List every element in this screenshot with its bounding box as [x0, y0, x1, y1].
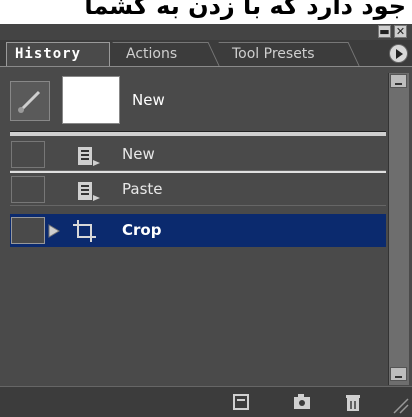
chevron-down-icon [395, 376, 402, 378]
snapshot-label: New [132, 91, 165, 109]
tab-actions-label: Actions [126, 46, 178, 62]
history-brush-source-box[interactable] [11, 176, 45, 203]
close-button[interactable]: ✕ [394, 25, 407, 38]
history-state-slider-icon[interactable] [48, 224, 62, 238]
resize-grip-icon[interactable] [390, 391, 410, 415]
snapshot-thumbnail [62, 76, 120, 124]
tab-tool-presets[interactable]: Tool Presets [218, 42, 360, 66]
history-item-label: Paste [122, 180, 163, 198]
history-item-crop[interactable]: Crop [10, 214, 386, 247]
new-snapshot-icon[interactable] [292, 393, 312, 411]
history-item-paste[interactable]: Paste [10, 173, 386, 206]
history-brush-icon [18, 90, 41, 113]
scroll-up-arrow[interactable] [390, 74, 407, 88]
history-brush-source-box[interactable] [11, 141, 45, 168]
background-text: جود دارد که با زدن به کشما [84, 0, 406, 20]
history-brush-source-box[interactable] [11, 217, 45, 244]
trash-icon[interactable] [344, 393, 362, 413]
document-icon [78, 182, 100, 201]
vertical-scrollbar[interactable] [388, 73, 409, 385]
history-item-new[interactable]: New [10, 138, 386, 171]
minimize-button[interactable]: ▬ [378, 25, 391, 38]
history-list: New Paste Crop [10, 136, 386, 386]
new-document-from-state-icon[interactable] [232, 393, 250, 411]
tab-history[interactable]: History [6, 42, 110, 66]
chevron-up-icon [395, 83, 402, 85]
history-item-label: Crop [122, 221, 162, 239]
panel-tabs: History Actions Tool Presets [0, 40, 412, 67]
panel-footer [0, 386, 412, 417]
snapshot-row[interactable]: New [10, 74, 384, 130]
tab-actions[interactable]: Actions [112, 42, 220, 66]
scroll-down-arrow[interactable] [390, 367, 407, 381]
history-brush-source[interactable] [10, 81, 50, 121]
tab-tool-presets-label: Tool Presets [232, 46, 315, 62]
panel-menu-icon[interactable] [389, 44, 408, 63]
crop-icon [73, 220, 96, 242]
history-item-label: New [122, 145, 155, 163]
document-icon [78, 147, 100, 166]
panel-titlebar[interactable]: ▬ ✕ [0, 24, 412, 40]
